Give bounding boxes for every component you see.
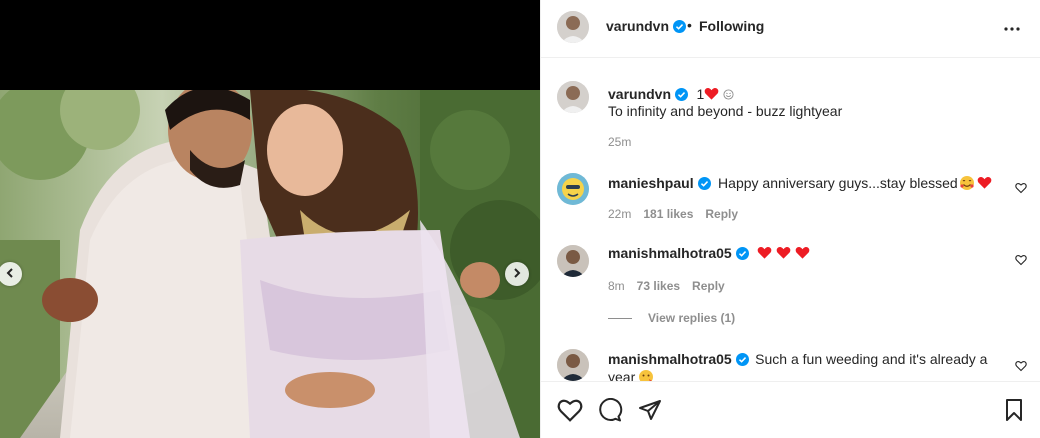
verified-badge-icon: [673, 20, 687, 36]
face-blowing-kiss-emoji-icon: [638, 369, 654, 381]
reply-button[interactable]: Reply: [705, 207, 738, 221]
chevron-left-icon: [5, 265, 15, 283]
avatar[interactable]: [557, 81, 589, 113]
next-photo-button[interactable]: [505, 262, 529, 286]
comments-list[interactable]: varundvn 1 To infinity and beyond - buzz…: [541, 59, 1040, 381]
avatar[interactable]: [557, 173, 589, 205]
avatar[interactable]: [557, 245, 589, 277]
heart-icon[interactable]: [557, 398, 583, 427]
view-replies-label[interactable]: View replies (1): [648, 311, 735, 325]
comment-like-heart-icon[interactable]: [1015, 359, 1027, 377]
comment-text-line2: year: [608, 369, 636, 381]
more-horizontal-icon[interactable]: [1003, 20, 1021, 43]
post-details-panel: varundvn • Following varundvn 1 To infin…: [540, 0, 1040, 438]
separator-dot: •: [687, 17, 692, 33]
comment-username[interactable]: manishmalhotra05: [608, 245, 732, 261]
caption-timestamp[interactable]: 25m: [608, 135, 631, 149]
post-author-username[interactable]: varundvn: [606, 18, 687, 36]
comment-username[interactable]: manieshpaul: [608, 175, 694, 191]
avatar[interactable]: [557, 349, 589, 381]
verified-badge-icon: [735, 353, 749, 371]
caption-text: To infinity and beyond - buzz lightyear: [608, 103, 843, 119]
red-heart-emoji-icon: [757, 246, 772, 265]
red-heart-emoji-icon: [977, 176, 992, 195]
verified-badge-icon: [735, 247, 749, 265]
comment-text: Happy anniversary guys...stay blessed: [718, 175, 958, 191]
caption-username[interactable]: varundvn: [608, 86, 671, 102]
red-heart-emoji-icon: [776, 246, 791, 265]
post-photo: [0, 90, 540, 438]
following-button[interactable]: Following: [699, 18, 764, 34]
avatar[interactable]: [557, 11, 589, 43]
comment-timestamp[interactable]: 8m: [608, 279, 625, 293]
post-header: varundvn • Following: [541, 0, 1040, 58]
smiling-face-hearts-emoji-icon: [959, 175, 975, 196]
comment-username[interactable]: manishmalhotra05: [608, 351, 732, 367]
comment-timestamp[interactable]: 22m: [608, 207, 631, 221]
comment-icon[interactable]: [597, 397, 623, 427]
divider-dash: [608, 317, 632, 319]
comment-likes-count[interactable]: 73 likes: [637, 279, 680, 293]
caption-prefix: 1: [696, 86, 705, 102]
post-media: [0, 0, 540, 438]
bookmark-icon[interactable]: [1003, 398, 1025, 427]
verified-badge-icon: [697, 177, 711, 195]
reply-button[interactable]: Reply: [692, 279, 725, 293]
share-icon[interactable]: [638, 398, 662, 427]
comment-text: Such a fun weeding and it's already a: [755, 351, 988, 367]
comment-like-heart-icon[interactable]: [1015, 181, 1027, 199]
red-heart-emoji-icon: [795, 246, 810, 265]
comment-like-heart-icon[interactable]: [1015, 253, 1027, 271]
comment-likes-count[interactable]: 181 likes: [643, 207, 693, 221]
chevron-right-icon: [512, 265, 522, 283]
post-actions-bar: [541, 381, 1040, 438]
view-replies-button[interactable]: View replies (1): [608, 311, 735, 325]
